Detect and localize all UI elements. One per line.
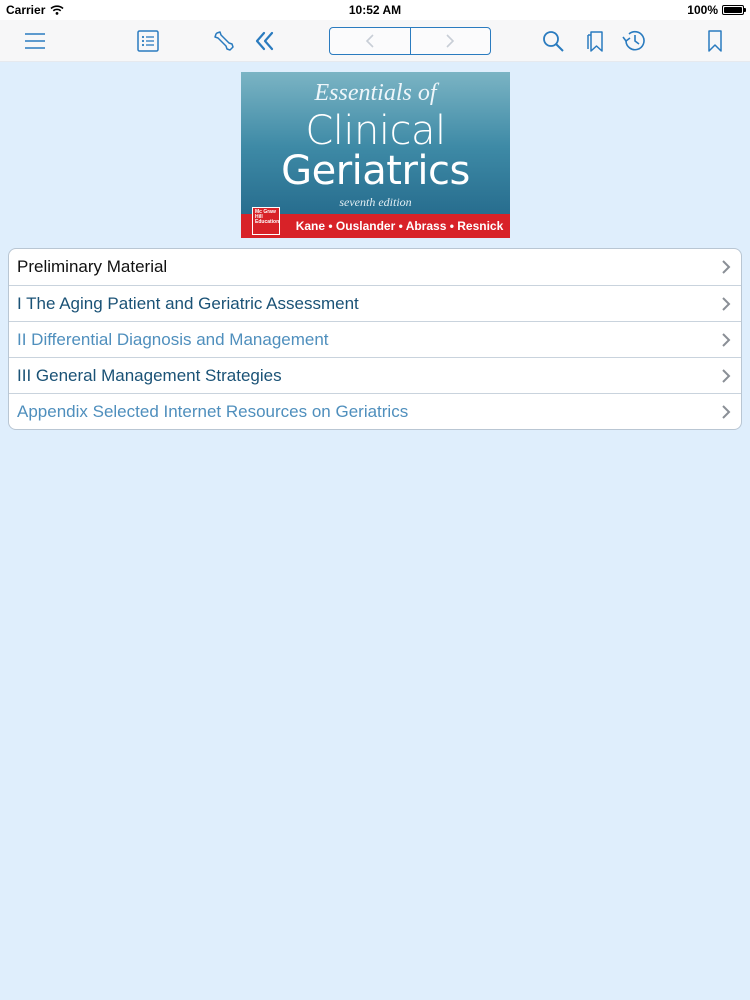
toc-item-appendix[interactable]: Appendix Selected Internet Resources on … (9, 393, 741, 429)
toc-item-part-1[interactable]: I The Aging Patient and Geriatric Assess… (9, 285, 741, 321)
toc-item-part-2[interactable]: II Differential Diagnosis and Management (9, 321, 741, 357)
toc-item-preliminary[interactable]: Preliminary Material (9, 249, 741, 285)
cover-edition: seventh edition (339, 195, 412, 209)
back-icon[interactable] (330, 28, 410, 54)
search-icon[interactable] (538, 26, 568, 56)
history-icon[interactable] (619, 26, 649, 56)
chevron-right-icon (722, 297, 731, 311)
page-navigation (329, 27, 491, 55)
contents-list: Preliminary Material I The Aging Patient… (8, 248, 742, 430)
toc-item-label: Appendix Selected Internet Resources on … (17, 401, 409, 421)
cover-authors: Kane • Ouslander • Abrass • Resnick (295, 219, 504, 233)
toc-item-label: III General Management Strategies (17, 365, 282, 385)
book-cover: Essentials of Clinical Geriatrics sevent… (241, 72, 510, 238)
publisher-logo: Mc Graw Hill Education (252, 207, 280, 235)
battery-percent: 100% (687, 3, 718, 17)
collapse-icon[interactable] (250, 26, 280, 56)
status-time: 10:52 AM (348, 3, 402, 17)
cover-title-line1: Essentials of (314, 80, 437, 106)
contents-list-icon[interactable] (133, 26, 163, 56)
tools-icon[interactable] (209, 26, 239, 56)
forward-icon[interactable] (409, 28, 491, 54)
toc-item-part-3[interactable]: III General Management Strategies (9, 357, 741, 393)
toolbar (0, 20, 750, 62)
battery-status: 100% (687, 3, 746, 17)
menu-icon[interactable] (20, 26, 50, 56)
cover-title-line3: Geriatrics (281, 148, 470, 194)
chevron-right-icon (722, 333, 731, 347)
chevron-right-icon (722, 260, 731, 274)
chevron-right-icon (722, 405, 731, 419)
toc-item-label: II Differential Diagnosis and Management (17, 329, 329, 349)
battery-icon (722, 5, 746, 15)
bookmark-icon[interactable] (700, 26, 730, 56)
status-bar: Carrier 10:52 AM 100% (0, 0, 750, 20)
chevron-right-icon (722, 369, 731, 383)
bookmarks-icon[interactable] (580, 26, 610, 56)
toc-item-label: I The Aging Patient and Geriatric Assess… (17, 293, 359, 313)
toc-item-label: Preliminary Material (17, 257, 168, 276)
